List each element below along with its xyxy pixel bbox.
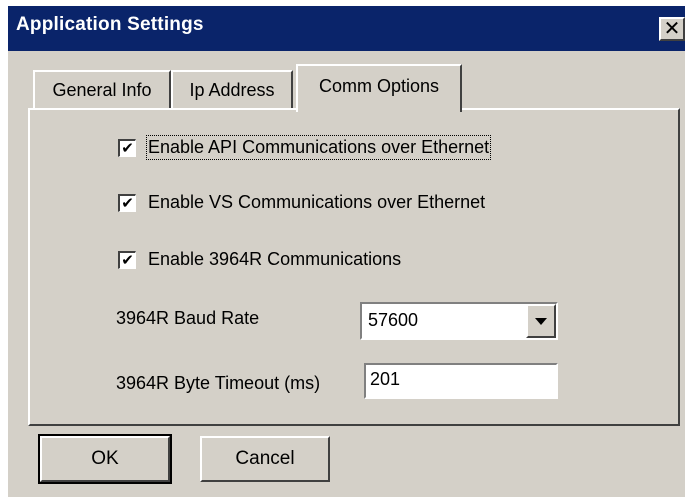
checkmark-icon: ✔ xyxy=(121,251,134,269)
baud-rate-label: 3964R Baud Rate xyxy=(116,308,260,328)
close-button[interactable]: ✕ xyxy=(659,17,685,41)
cancel-button[interactable]: Cancel xyxy=(200,436,330,482)
tab-comm-options[interactable]: Comm Options xyxy=(296,64,462,112)
byte-timeout-label: 3964R Byte Timeout (ms) xyxy=(116,373,321,393)
vs-ethernet-checkbox[interactable]: ✔ xyxy=(118,194,136,212)
vs-ethernet-label: Enable VS Communications over Ethernet xyxy=(148,192,486,212)
title-bar: Application Settings ✕ xyxy=(8,6,685,51)
ok-button[interactable]: OK xyxy=(38,434,172,484)
byte-timeout-value: 201 xyxy=(370,369,401,389)
baud-rate-value: 57600 xyxy=(368,310,419,330)
window-title: Application Settings xyxy=(16,14,204,35)
checkmark-icon: ✔ xyxy=(121,139,134,157)
tab-ip-address[interactable]: Ip Address xyxy=(171,70,293,108)
application-settings-dialog: Application Settings ✕ General Info Ip A… xyxy=(8,6,685,497)
tab-label: Comm Options xyxy=(318,76,440,96)
checkmark-icon: ✔ xyxy=(121,194,134,212)
3964r-label: Enable 3964R Communications xyxy=(148,249,402,269)
api-ethernet-checkbox[interactable]: ✔ xyxy=(118,139,136,157)
byte-timeout-input[interactable]: 201 xyxy=(364,363,558,399)
tab-label: Ip Address xyxy=(189,80,275,100)
baud-rate-select[interactable]: 57600 xyxy=(360,302,558,340)
dropdown-button[interactable] xyxy=(526,304,556,338)
api-ethernet-label: Enable API Communications over Ethernet xyxy=(145,135,492,160)
tab-general-info[interactable]: General Info xyxy=(33,70,171,108)
tab-label: General Info xyxy=(52,80,152,100)
ok-label: OK xyxy=(91,448,119,469)
chevron-down-icon xyxy=(535,318,547,325)
comm-options-panel: ✔ Enable API Communications over Etherne… xyxy=(28,108,680,426)
cancel-label: Cancel xyxy=(235,448,295,469)
close-icon: ✕ xyxy=(663,16,681,40)
3964r-checkbox[interactable]: ✔ xyxy=(118,251,136,269)
